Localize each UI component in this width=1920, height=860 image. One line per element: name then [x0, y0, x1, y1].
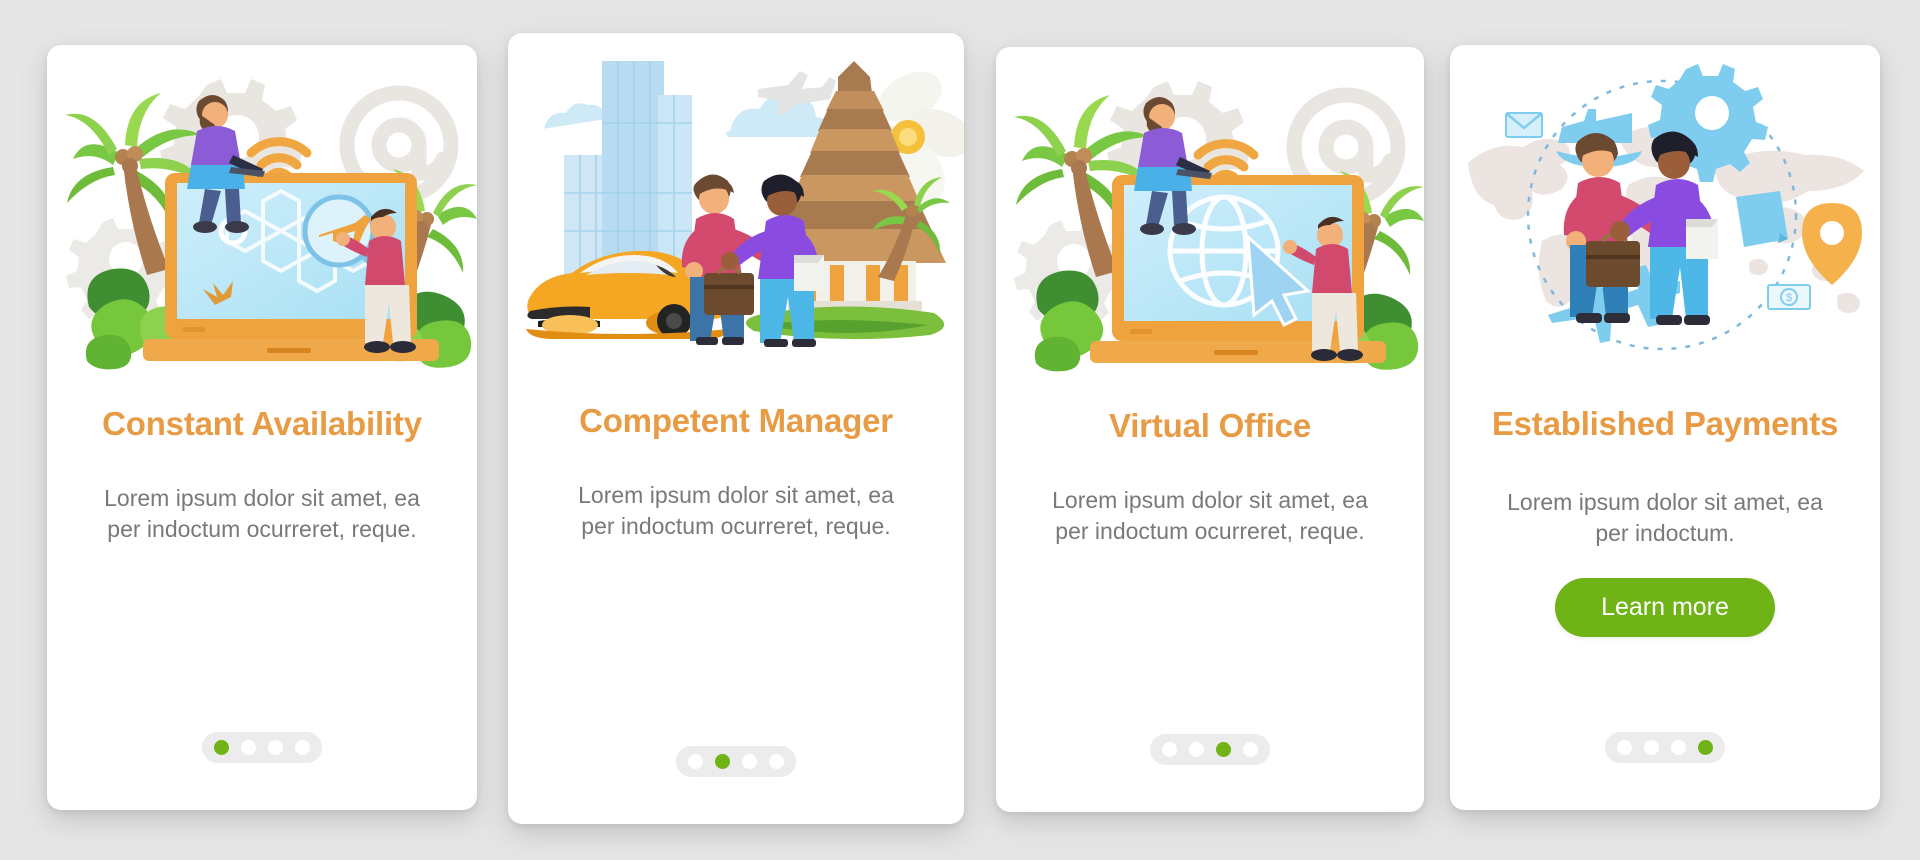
pagination-indicator[interactable] [1150, 734, 1270, 765]
card-body-text: Lorem ipsum dolor sit amet, ea per indoc… [1052, 487, 1368, 544]
onboarding-card-virtual-office[interactable]: Virtual Office Lorem ipsum dolor sit ame… [996, 47, 1424, 812]
envelope-icon [1505, 112, 1543, 138]
card-title: Competent Manager [579, 402, 893, 439]
location-pin-icon [1802, 203, 1862, 285]
pagination-dot-2[interactable] [1189, 742, 1204, 757]
onboarding-card-competent-manager[interactable]: Competent Manager Lorem ipsum dolor sit … [508, 33, 964, 824]
cta-container: Learn more [1555, 578, 1775, 638]
onboarding-card-constant-availability[interactable]: Constant Availability Lorem ipsum dolor … [47, 45, 477, 810]
card-title: Virtual Office [1109, 407, 1311, 444]
card-title: Established Payments [1491, 405, 1839, 442]
document-icon [794, 255, 824, 291]
onboarding-screens-stage: Constant Availability Lorem ipsum dolor … [0, 0, 1920, 860]
dollar-bill-icon: $ [1767, 284, 1811, 310]
pagination-dot-4[interactable] [769, 754, 784, 769]
pagination-indicator[interactable] [202, 732, 322, 763]
pagination-dot-4[interactable] [295, 740, 310, 755]
pagination-dot-4[interactable] [1698, 740, 1713, 755]
svg-text:$: $ [1786, 292, 1792, 304]
glass-skyscraper [564, 61, 692, 283]
pagination-indicator[interactable] [676, 746, 796, 777]
pagination-dot-3[interactable] [742, 754, 757, 769]
pagination-dot-2[interactable] [1644, 740, 1659, 755]
card-title: Constant Availability [102, 405, 422, 442]
pagination-dot-1[interactable] [1617, 740, 1632, 755]
pagination-dot-1[interactable] [688, 754, 703, 769]
onboarding-card-established-payments[interactable]: $ Established Payments Lorem ipsum dolor… [1450, 45, 1880, 810]
card-body-text: Lorem ipsum dolor sit amet, ea per indoc… [1507, 489, 1823, 546]
document-icon [1686, 219, 1718, 259]
handshake-car-temple-illustration [508, 33, 964, 378]
document-icon [1736, 191, 1788, 247]
pagination-dot-3[interactable] [1671, 740, 1686, 755]
pagination-dot-3[interactable] [1216, 742, 1231, 757]
card-body-text: Lorem ipsum dolor sit amet, ea per indoc… [578, 482, 894, 539]
pagination-dot-2[interactable] [241, 740, 256, 755]
pagination-indicator[interactable] [1605, 732, 1725, 763]
pagination-dot-1[interactable] [214, 740, 229, 755]
laptop-globe-cursor-illustration [996, 47, 1424, 377]
briefcase [1586, 232, 1640, 287]
card-body-text: Lorem ipsum dolor sit amet, ea per indoc… [104, 485, 420, 542]
laptop-palm-trees-flight-search-illustration [47, 45, 477, 375]
briefcase [704, 265, 754, 315]
pagination-dot-1[interactable] [1162, 742, 1177, 757]
pagination-dot-4[interactable] [1243, 742, 1258, 757]
pagination-dot-2[interactable] [715, 754, 730, 769]
world-map-handshake-payments-illustration: $ [1450, 45, 1880, 375]
pagination-dot-3[interactable] [268, 740, 283, 755]
learn-more-button[interactable]: Learn more [1555, 578, 1775, 638]
